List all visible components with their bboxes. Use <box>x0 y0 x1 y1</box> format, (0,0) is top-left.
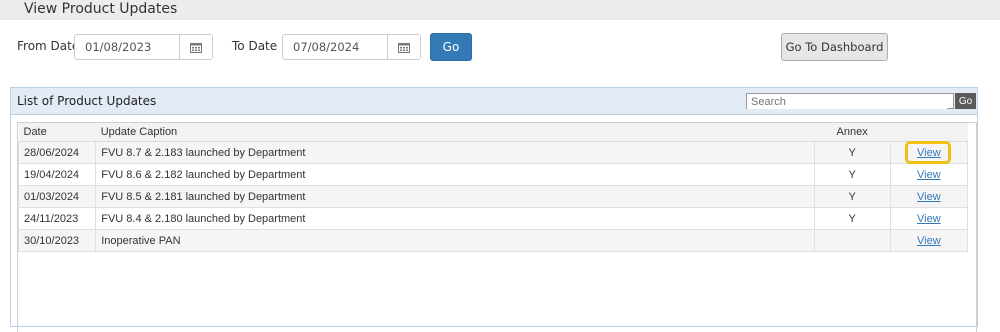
view-link[interactable]: View <box>917 213 941 225</box>
table-row: 01/03/2024 FVU 8.5 & 2.181 launched by D… <box>17 185 969 208</box>
column-header-action <box>890 123 968 142</box>
to-date-label: To Date <box>232 39 278 53</box>
go-button[interactable]: Go <box>430 33 472 61</box>
table-row: 28/06/2024 FVU 8.7 & 2.183 launched by D… <box>17 141 969 164</box>
panel-title: List of Product Updates <box>17 94 157 108</box>
product-updates-panel: List of Product Updates Go Date Update C… <box>10 87 978 332</box>
row-date: 01/03/2024 <box>17 185 97 208</box>
view-link[interactable]: View <box>917 147 941 159</box>
row-annex: Y <box>813 185 891 208</box>
table-row: 30/10/2023 Inoperative PAN View <box>17 229 969 252</box>
from-date-field[interactable] <box>74 34 213 60</box>
page-title: View Product Updates <box>24 1 178 17</box>
from-date-input[interactable] <box>75 35 175 59</box>
row-annex: Y <box>813 163 891 186</box>
to-date-field[interactable] <box>282 34 421 60</box>
view-link[interactable]: View <box>917 235 941 247</box>
row-caption: Inoperative PAN <box>95 229 815 252</box>
row-caption: FVU 8.7 & 2.183 launched by Department <box>95 141 815 164</box>
row-annex: Y <box>813 207 891 230</box>
to-date-input[interactable] <box>283 35 383 59</box>
row-caption: FVU 8.4 & 2.180 launched by Department <box>95 207 815 230</box>
search-go-button[interactable]: Go <box>955 93 976 109</box>
calendar-icon[interactable] <box>387 35 420 59</box>
row-date: 30/10/2023 <box>17 229 97 252</box>
column-header-caption: Update Caption <box>95 123 814 142</box>
table-row: 24/11/2023 FVU 8.4 & 2.180 launched by D… <box>17 207 969 230</box>
row-date: 19/04/2024 <box>17 163 97 186</box>
updates-table-container: Date Update Caption Annex 28/06/2024 FVU… <box>17 122 977 332</box>
table-header-row: Date Update Caption Annex <box>18 123 968 142</box>
page-header: View Product Updates <box>0 0 1000 20</box>
view-link[interactable]: View <box>917 169 941 181</box>
row-annex <box>813 229 891 252</box>
from-date-label: From Date <box>17 39 80 53</box>
panel-header: List of Product Updates Go <box>11 88 977 115</box>
calendar-icon[interactable] <box>179 35 212 59</box>
row-date: 28/06/2024 <box>17 141 97 164</box>
row-date: 24/11/2023 <box>17 207 97 230</box>
view-link[interactable]: View <box>917 191 941 203</box>
column-header-date: Date <box>18 123 96 142</box>
search-input[interactable] <box>747 95 947 109</box>
search-field[interactable] <box>746 93 954 109</box>
go-to-dashboard-button[interactable]: Go To Dashboard <box>781 33 888 61</box>
row-annex: Y <box>813 141 891 164</box>
row-caption: FVU 8.6 & 2.182 launched by Department <box>95 163 815 186</box>
table-row: 19/04/2024 FVU 8.6 & 2.182 launched by D… <box>17 163 969 186</box>
column-header-annex: Annex <box>814 123 891 142</box>
row-caption: FVU 8.5 & 2.181 launched by Department <box>95 185 815 208</box>
updates-table: Date Update Caption Annex 28/06/2024 FVU… <box>17 123 969 252</box>
